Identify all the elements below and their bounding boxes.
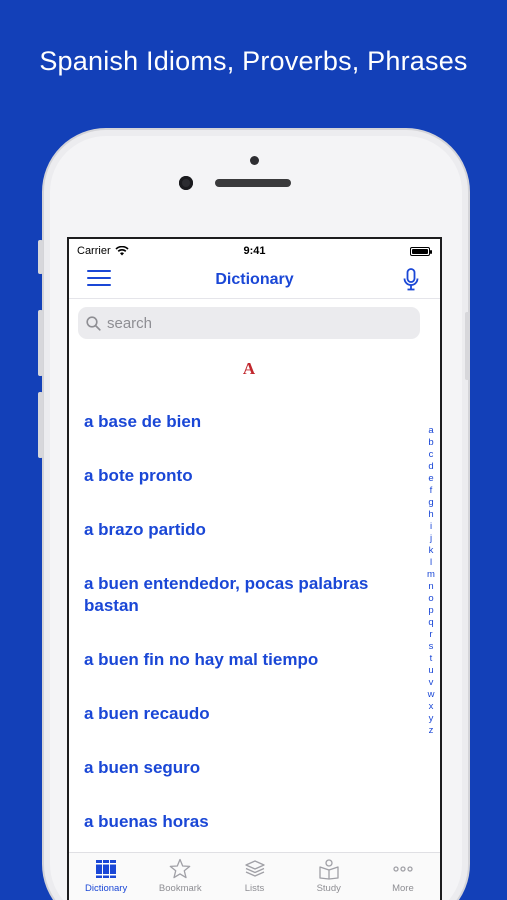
index-letter[interactable]: p bbox=[428, 605, 433, 617]
tab-label: More bbox=[392, 883, 414, 894]
tab-more[interactable]: More bbox=[366, 853, 440, 900]
entry-text: a buen fin no hay mal tiempo bbox=[84, 650, 319, 669]
entry-text: a buenas horas bbox=[84, 812, 209, 831]
entry-text: a buen recaudo bbox=[84, 704, 210, 723]
index-letter[interactable]: z bbox=[429, 725, 434, 737]
index-letter[interactable]: e bbox=[428, 473, 433, 485]
entry-list-item[interactable]: a buen fin no hay mal tiempo bbox=[69, 633, 414, 687]
tab-study[interactable]: Study bbox=[292, 853, 366, 900]
tab-bar: Dictionary Bookmark Lists Study More bbox=[69, 852, 440, 900]
status-time: 9:41 bbox=[243, 245, 266, 257]
index-letter[interactable]: g bbox=[428, 497, 433, 509]
index-letter[interactable]: x bbox=[429, 701, 434, 713]
section-header-letter: A bbox=[242, 359, 256, 378]
index-letter[interactable]: f bbox=[430, 485, 433, 497]
entry-list-item[interactable]: a buen recaudo bbox=[69, 687, 414, 741]
index-letter[interactable]: l bbox=[430, 557, 432, 569]
index-letter[interactable]: d bbox=[428, 461, 433, 473]
phone-power-button bbox=[465, 312, 470, 380]
search-icon bbox=[86, 315, 101, 331]
ellipsis-icon bbox=[393, 866, 413, 872]
tab-label: Lists bbox=[244, 883, 265, 894]
tab-label: Bookmark bbox=[158, 883, 202, 894]
index-letter[interactable]: u bbox=[428, 665, 433, 677]
entry-text: a bote pronto bbox=[84, 466, 193, 485]
index-letter[interactable]: t bbox=[430, 653, 433, 665]
index-letter[interactable]: s bbox=[429, 641, 434, 653]
index-letter[interactable]: n bbox=[428, 581, 433, 593]
entry-list-item[interactable]: a base de bien bbox=[69, 395, 414, 449]
search-input[interactable] bbox=[107, 314, 387, 332]
front-camera bbox=[179, 176, 193, 190]
tab-lists[interactable]: Lists bbox=[217, 853, 291, 900]
entry-text: a brazo partido bbox=[84, 520, 206, 539]
phone-volume-down bbox=[38, 392, 43, 458]
tab-bookmark[interactable]: Bookmark bbox=[143, 853, 217, 900]
index-letter[interactable]: a bbox=[428, 425, 433, 437]
navigation-bar: Dictionary bbox=[69, 263, 440, 299]
entry-list-item[interactable]: a buenas horas bbox=[69, 795, 414, 849]
entry-list-item[interactable]: a buen entendedor, pocas palabras bastan bbox=[69, 557, 414, 633]
entry-list-item[interactable]: a buen seguro bbox=[69, 741, 414, 795]
entry-list: a base de bien a bote pronto a brazo par… bbox=[69, 395, 414, 849]
index-letter[interactable]: h bbox=[428, 509, 433, 521]
promo-headline: Spanish Idioms, Proverbs, Phrases bbox=[39, 46, 468, 76]
index-letter[interactable]: m bbox=[427, 569, 435, 581]
book-reader-icon bbox=[319, 859, 339, 880]
index-letter[interactable]: k bbox=[429, 545, 434, 557]
microphone-icon[interactable] bbox=[402, 267, 420, 293]
tab-label: Dictionary bbox=[84, 883, 128, 894]
proximity-sensor bbox=[250, 156, 259, 165]
books-icon bbox=[96, 860, 117, 878]
entry-list-item[interactable]: a brazo partido bbox=[69, 503, 414, 557]
earpiece-speaker bbox=[215, 179, 291, 187]
entry-text: a buen entendedor, pocas palabras bastan bbox=[84, 574, 369, 615]
page-title: Dictionary bbox=[215, 271, 294, 288]
tab-label: Study bbox=[316, 883, 341, 894]
status-bar: Carrier 9:41 bbox=[69, 239, 440, 263]
index-letter[interactable]: c bbox=[429, 449, 434, 461]
entry-text: a base de bien bbox=[84, 412, 202, 431]
index-letter[interactable]: q bbox=[428, 617, 433, 629]
index-letter[interactable]: b bbox=[428, 437, 433, 449]
phone-side-button bbox=[38, 240, 43, 274]
battery-icon bbox=[410, 247, 432, 256]
stack-icon bbox=[244, 860, 265, 877]
index-letter[interactable]: j bbox=[430, 533, 432, 545]
alphabet-index[interactable]: abcdefghijklmnopqrstuvwxyz bbox=[425, 425, 437, 737]
index-letter[interactable]: w bbox=[428, 689, 435, 701]
entry-text: a buen seguro bbox=[84, 758, 201, 777]
tab-dictionary[interactable]: Dictionary bbox=[69, 853, 143, 900]
phone-volume-up bbox=[38, 310, 43, 376]
app-screen: Carrier 9:41 Dictionary A a base de bien bbox=[67, 237, 442, 900]
index-letter[interactable]: o bbox=[428, 593, 433, 605]
index-letter[interactable]: y bbox=[429, 713, 434, 725]
index-letter[interactable]: i bbox=[430, 521, 432, 533]
star-icon bbox=[169, 858, 191, 879]
index-letter[interactable]: v bbox=[429, 677, 434, 689]
entry-list-item[interactable]: a bote pronto bbox=[69, 449, 414, 503]
index-letter[interactable]: r bbox=[429, 629, 432, 641]
search-bar[interactable] bbox=[78, 307, 420, 339]
